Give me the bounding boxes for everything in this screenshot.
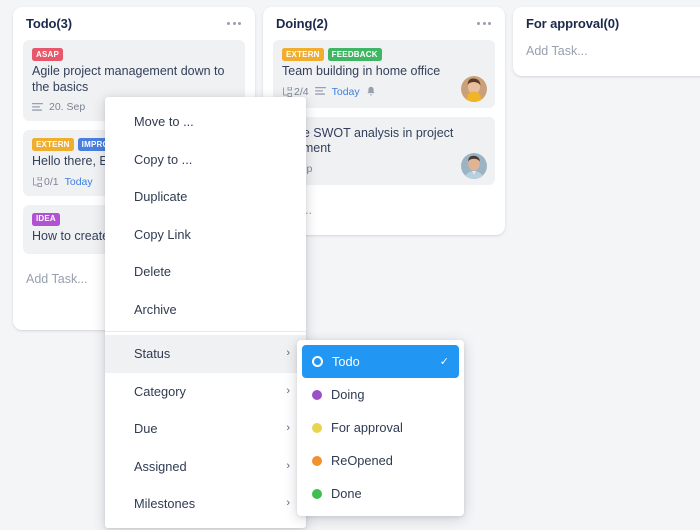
context-menu-item-delete[interactable]: Delete <box>105 253 306 291</box>
column-title: For approval(0) <box>526 16 620 31</box>
context-menu-item-category[interactable]: Category › <box>105 373 306 411</box>
card-title: Agile project management down to the bas… <box>32 64 225 94</box>
tag-extern[interactable]: EXTERN <box>282 48 324 61</box>
card-due-date: Today <box>331 85 360 98</box>
avatar <box>461 152 487 179</box>
dot <box>238 22 241 25</box>
kanban-board: Todo(3) ASAP Agile project management do… <box>0 0 700 530</box>
chevron-right-icon: › <box>286 459 290 472</box>
context-menu-divider <box>105 331 306 332</box>
tag-asap[interactable]: ASAP <box>32 48 64 61</box>
avatar <box>461 75 487 102</box>
chevron-right-icon: › <box>286 347 290 360</box>
tag-idea[interactable]: IDEA <box>32 212 60 226</box>
dot <box>488 22 491 25</box>
label: Archive <box>134 301 177 317</box>
dot <box>482 22 486 25</box>
column-options-icon[interactable] <box>225 17 243 30</box>
label: Copy to ... <box>134 151 193 167</box>
dot <box>227 22 230 25</box>
status-option-for-approval[interactable]: For approval <box>302 411 459 444</box>
tag-extern[interactable]: EXTERN <box>32 138 74 151</box>
subtask-value: 2/4 <box>294 85 309 98</box>
tag-list: EXTERN FEEDBACK <box>282 48 486 61</box>
check-icon: ✓ <box>439 356 449 368</box>
label: Delete <box>134 264 171 280</box>
card-title: g the SWOT analysis in project agement <box>282 125 454 156</box>
bell-icon <box>366 86 376 97</box>
label: Copy Link <box>134 226 191 242</box>
context-menu-item-archive[interactable]: Archive <box>105 291 306 329</box>
label: Duplicate <box>134 189 188 205</box>
status-dot-icon <box>312 488 322 499</box>
description-icon <box>32 102 43 112</box>
context-menu-item-milestones[interactable]: Milestones › <box>105 485 306 523</box>
status-submenu: Todo ✓ Doing For approval ReOpened Done <box>297 340 464 516</box>
add-task-for-approval[interactable]: Add Task... <box>513 40 700 70</box>
task-card[interactable]: g the SWOT analysis in project agement 5… <box>273 116 495 185</box>
column-options-icon[interactable] <box>475 17 493 30</box>
status-label: Todo <box>332 354 360 369</box>
context-menu-item-duplicate[interactable]: Duplicate <box>105 178 306 216</box>
subtask-value: 0/1 <box>44 175 59 188</box>
column-title: Doing(2) <box>276 16 328 31</box>
column-title: Todo(3) <box>26 16 72 31</box>
chevron-right-icon: › <box>286 497 290 510</box>
context-menu: Move to ... Copy to ... Duplicate Copy L… <box>105 97 306 528</box>
status-option-done[interactable]: Done <box>302 477 459 510</box>
card-meta: 5. Sep <box>282 162 486 176</box>
label: Milestones <box>134 496 196 512</box>
chevron-right-icon: › <box>286 422 290 435</box>
card-title: Team building in home office <box>282 64 441 78</box>
label: Due <box>134 421 158 437</box>
tag-list: ASAP <box>32 48 236 61</box>
status-option-todo[interactable]: Todo ✓ <box>302 345 459 378</box>
context-menu-item-move-to[interactable]: Move to ... <box>105 103 306 141</box>
card-due-date: 20. Sep <box>49 101 86 113</box>
description-icon <box>314 87 326 96</box>
label: Assigned <box>134 458 187 474</box>
chevron-right-icon: › <box>286 384 290 397</box>
status-dot-icon <box>312 389 322 400</box>
column-for-approval: For approval(0) Add Task... <box>513 7 700 76</box>
column-header-todo: Todo(3) <box>13 7 255 40</box>
label: Category <box>134 383 186 399</box>
status-label: For approval <box>331 420 403 435</box>
subtask-count: 0/1 <box>32 176 59 188</box>
label: Move to ... <box>134 114 194 130</box>
tag-feedback[interactable]: FEEDBACK <box>327 48 382 61</box>
status-label: ReOpened <box>331 453 393 468</box>
task-card[interactable]: EXTERN FEEDBACK Team building in home of… <box>273 40 495 108</box>
status-option-doing[interactable]: Doing <box>302 378 459 411</box>
context-menu-item-copy-link[interactable]: Copy Link <box>105 216 306 254</box>
subtask-count: 2/4 <box>282 86 309 98</box>
subtask-icon <box>32 176 42 187</box>
label: Status <box>134 346 171 362</box>
card-meta: 2/4 Today <box>282 85 486 99</box>
context-menu-item-assigned[interactable]: Assigned › <box>105 448 306 486</box>
status-dot-icon <box>312 455 322 466</box>
column-header-doing: Doing(2) <box>263 7 505 40</box>
context-menu-item-status[interactable]: Status › <box>105 335 306 373</box>
dot <box>232 22 236 25</box>
status-dot-icon <box>312 356 323 367</box>
context-menu-item-due[interactable]: Due › <box>105 410 306 448</box>
status-label: Doing <box>331 387 365 402</box>
subtask-icon <box>282 86 292 97</box>
column-header-for-approval: For approval(0) <box>513 7 700 40</box>
status-dot-icon <box>312 422 322 433</box>
status-option-reopened[interactable]: ReOpened <box>302 444 459 477</box>
status-label: Done <box>331 486 362 501</box>
card-due-date: Today <box>64 175 93 188</box>
dot <box>477 22 480 25</box>
context-menu-item-copy-to[interactable]: Copy to ... <box>105 141 306 179</box>
